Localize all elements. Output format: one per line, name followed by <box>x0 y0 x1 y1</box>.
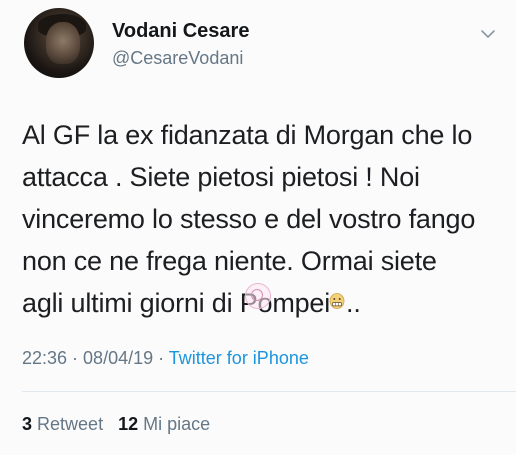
retweet-label[interactable]: Retweet <box>37 414 103 434</box>
tweet-text-line: vinceremo lo stesso e del vostro fango <box>22 204 476 234</box>
likes-label[interactable]: Mi piace <box>143 414 210 434</box>
tweet-text-line-end: agli ultimi giorni di Pompei <box>22 288 331 318</box>
chevron-down-icon[interactable] <box>480 26 496 42</box>
grimacing-face-emoji-icon <box>329 293 345 309</box>
retweet-count[interactable]: 3 <box>22 414 32 434</box>
tweet-text-line: attacca . Siete pietosi pietosi ! Noi <box>22 162 420 192</box>
display-name[interactable]: Vodani Cesare <box>112 20 249 43</box>
tweet-text-line: Al GF la ex fidanzata di Morgan che lo <box>22 120 473 150</box>
user-handle[interactable]: @CesareVodani <box>112 48 243 69</box>
divider <box>22 391 516 392</box>
watermark-badge-icon <box>245 283 271 309</box>
avatar[interactable] <box>24 8 94 78</box>
tweet-card: Vodani Cesare @CesareVodani Al GF la ex … <box>0 0 516 455</box>
tweet-text-line: non ce ne frega niente. Ormai siete <box>22 246 437 276</box>
avatar-face <box>46 22 80 64</box>
tweet-stats: 3 Retweet 12 Mi piace <box>22 414 210 435</box>
tweet-date[interactable]: 08/04/19 <box>83 348 153 368</box>
likes-count[interactable]: 12 <box>118 414 138 434</box>
tweet-source-link[interactable]: Twitter for iPhone <box>169 348 309 368</box>
tweet-meta: 22:36 · 08/04/19 · Twitter for iPhone <box>22 348 309 369</box>
meta-separator: · <box>153 348 169 368</box>
tweet-time[interactable]: 22:36 <box>22 348 67 368</box>
meta-separator: · <box>67 348 84 368</box>
tweet-text-trailing: .. <box>346 288 361 318</box>
